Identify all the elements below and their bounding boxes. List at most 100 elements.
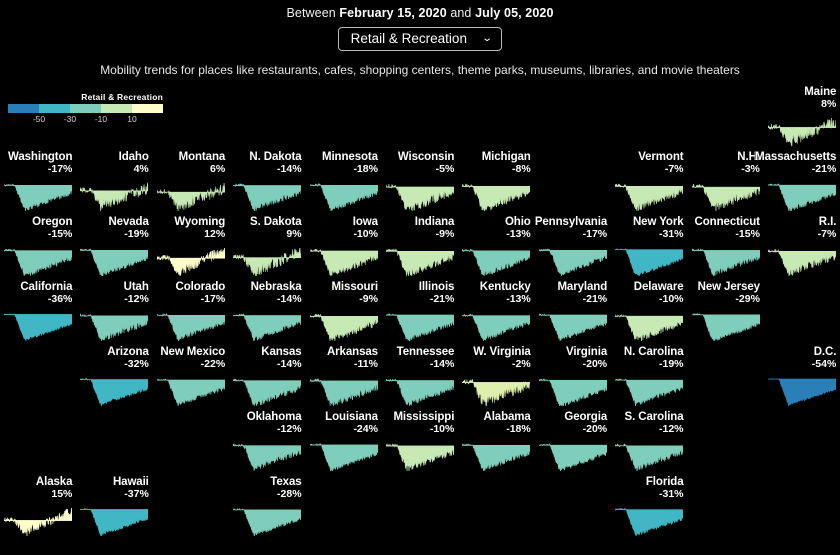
state-cell[interactable]: Maine 8%: [764, 86, 840, 151]
state-cell[interactable]: Missouri -9%: [306, 281, 382, 346]
state-sparkline: [615, 313, 684, 342]
state-sparkline: [80, 182, 149, 212]
state-cell[interactable]: Michigan -8%: [458, 151, 534, 216]
state-value: -12%: [659, 423, 684, 435]
state-cell[interactable]: Indiana -9%: [382, 216, 458, 281]
state-cell[interactable]: Florida -31%: [611, 476, 687, 541]
subtitle: Mobility trends for places like restaura…: [100, 63, 740, 77]
state-cell[interactable]: D.C. -54%: [764, 346, 840, 411]
state-cell[interactable]: Oregon -15%: [0, 216, 76, 281]
state-cell[interactable]: New Mexico -22%: [153, 346, 229, 411]
state-value: -32%: [124, 358, 149, 370]
state-sparkline: [615, 377, 684, 407]
state-sparkline: [4, 312, 72, 342]
state-grid: Maine 8% Washington -17% Idaho 4% Montana 6% N. …: [0, 86, 840, 541]
state-sparkline: [615, 247, 684, 277]
state-value: -7%: [664, 163, 684, 175]
state-cell[interactable]: Minnesota -18%: [306, 151, 382, 216]
state-cell[interactable]: California -36%: [0, 281, 76, 346]
state-sparkline: [80, 313, 149, 342]
state-cell[interactable]: Illinois -21%: [382, 281, 458, 346]
state-sparkline: [538, 312, 607, 342]
state-cell[interactable]: New Jersey -29%: [688, 281, 764, 346]
state-sparkline: [233, 312, 302, 342]
state-value: -24%: [353, 423, 378, 435]
state-cell[interactable]: Nevada -19%: [76, 216, 152, 281]
state-cell[interactable]: R.I. -7%: [764, 216, 840, 281]
state-sparkline: [691, 248, 760, 277]
state-value: -12%: [277, 423, 302, 435]
state-cell[interactable]: Oklahoma -12%: [229, 411, 305, 476]
state-cell[interactable]: Louisiana -24%: [306, 411, 382, 476]
state-cell[interactable]: Virginia -20%: [535, 346, 611, 411]
chevron-down-icon: ⌄: [481, 32, 493, 44]
state-sparkline: [156, 182, 225, 212]
state-cell[interactable]: Massachusetts -21%: [755, 151, 840, 216]
state-cell[interactable]: Pennsylvania -17%: [535, 216, 611, 281]
state-cell[interactable]: Tennessee -14%: [382, 346, 458, 411]
state-value: -8%: [512, 163, 531, 175]
state-cell[interactable]: Mississippi -10%: [382, 411, 458, 476]
state-cell[interactable]: Georgia -20%: [535, 411, 611, 476]
state-cell[interactable]: S. Dakota 9%: [229, 216, 305, 281]
state-sparkline: [767, 182, 836, 212]
start-date: February 15, 2020: [339, 6, 447, 20]
state-cell[interactable]: Colorado -17%: [153, 281, 229, 346]
state-value: -12%: [124, 293, 149, 305]
state-sparkline: [615, 443, 684, 472]
state-sparkline: [538, 443, 607, 472]
state-value: -20%: [582, 423, 608, 435]
state-sparkline: [385, 247, 454, 277]
state-sparkline: [233, 443, 302, 472]
state-cell[interactable]: Arizona -32%: [76, 346, 152, 411]
state-cell[interactable]: Texas -28%: [229, 476, 305, 541]
state-value: -15%: [735, 228, 760, 240]
state-cell[interactable]: Utah -12%: [76, 281, 152, 346]
state-value: -10%: [429, 423, 455, 435]
state-cell[interactable]: Ohio -13%: [458, 216, 534, 281]
page-header: Between February 15, 2020 and July 05, 2…: [0, 0, 840, 77]
state-cell[interactable]: Connecticut -15%: [688, 216, 764, 281]
state-sparkline: [156, 247, 225, 277]
state-sparkline: [233, 508, 302, 537]
state-cell[interactable]: Vermont -7%: [611, 151, 687, 216]
state-cell[interactable]: Iowa -10%: [306, 216, 382, 281]
state-cell[interactable]: Delaware -10%: [611, 281, 687, 346]
state-cell[interactable]: Arkansas -11%: [306, 346, 382, 411]
state-sparkline: [462, 313, 531, 342]
state-cell[interactable]: Wisconsin -5%: [382, 151, 458, 216]
state-cell[interactable]: N. Dakota -14%: [229, 151, 305, 216]
state-cell[interactable]: Alaska 15%: [0, 476, 76, 541]
state-sparkline: [4, 183, 72, 212]
end-date: July 05, 2020: [475, 6, 554, 20]
state-cell[interactable]: Hawaii -37%: [76, 476, 152, 541]
state-value: -21%: [811, 163, 837, 175]
state-cell[interactable]: Maryland -21%: [535, 281, 611, 346]
state-value: -2%: [512, 358, 531, 370]
state-value: -54%: [811, 358, 837, 370]
category-select[interactable]: Retail & Recreation ⌄: [337, 27, 503, 51]
state-cell[interactable]: Alabama -18%: [458, 411, 534, 476]
state-cell[interactable]: Kansas -14%: [229, 346, 305, 411]
state-sparkline: [615, 507, 684, 537]
state-sparkline: [385, 183, 454, 212]
state-value: -31%: [659, 488, 684, 500]
state-cell[interactable]: Montana 6%: [153, 151, 229, 216]
state-value: -10%: [353, 228, 378, 240]
state-cell[interactable]: N. Carolina -19%: [611, 346, 687, 411]
state-cell[interactable]: Washington -17%: [0, 151, 76, 216]
state-value: -36%: [47, 293, 73, 305]
state-value: -5%: [435, 163, 455, 175]
state-cell[interactable]: Kentucky -13%: [458, 281, 534, 346]
state-cell[interactable]: Wyoming 12%: [153, 216, 229, 281]
state-sparkline: [615, 183, 684, 212]
state-cell[interactable]: Nebraska -14%: [229, 281, 305, 346]
state-cell[interactable]: New York -31%: [611, 216, 687, 281]
state-cell[interactable]: Idaho 4%: [76, 151, 152, 216]
state-sparkline: [691, 313, 760, 342]
state-cell[interactable]: S. Carolina -12%: [611, 411, 687, 476]
state-sparkline: [233, 247, 302, 277]
state-value: -21%: [429, 293, 455, 305]
state-cell[interactable]: W. Virginia -2%: [458, 346, 534, 411]
state-cell[interactable]: N.H. -3%: [688, 151, 764, 216]
